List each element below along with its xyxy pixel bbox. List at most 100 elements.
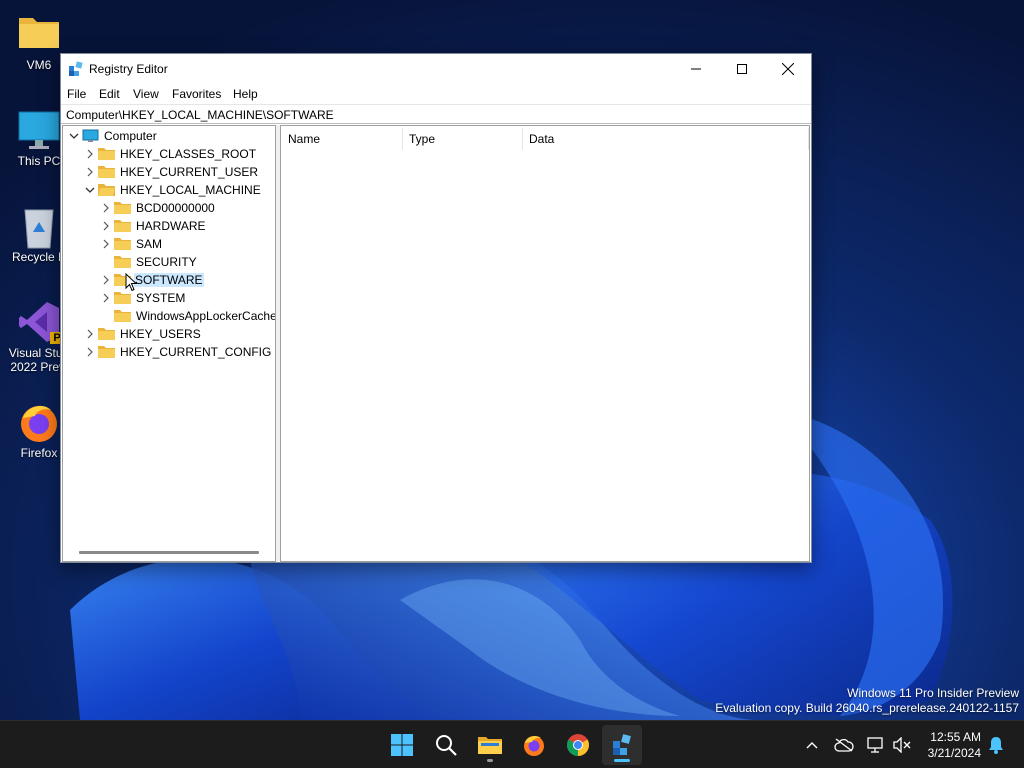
address-bar[interactable]: Computer\HKEY_LOCAL_MACHINE\SOFTWARE	[61, 104, 811, 124]
firefox-taskbar-button[interactable]	[514, 725, 554, 765]
folder-icon	[114, 256, 131, 268]
tree-item-software[interactable]: SOFTWARE	[63, 271, 275, 292]
folder-icon	[114, 310, 131, 322]
chrome-taskbar-button[interactable]	[558, 725, 598, 765]
menu-edit[interactable]: Edit	[99, 87, 120, 101]
search-button[interactable]	[426, 725, 466, 765]
file-explorer-button[interactable]	[470, 725, 510, 765]
volume-muted-icon	[893, 737, 911, 753]
chevron-down-icon[interactable]	[84, 184, 96, 196]
taskbar: 12:55 AM 3/21/2024	[0, 720, 1024, 768]
folder-icon	[98, 346, 115, 358]
tree-item-label: SECURITY	[136, 255, 197, 269]
folder-icon	[114, 292, 131, 304]
start-button[interactable]	[382, 725, 422, 765]
chevron-right-icon[interactable]	[84, 346, 96, 358]
menu-file[interactable]: File	[67, 87, 86, 101]
monitor-icon	[17, 108, 61, 152]
computer-icon	[82, 129, 99, 142]
close-button[interactable]	[765, 54, 811, 84]
tree-item-label: HKEY_CURRENT_USER	[120, 165, 259, 179]
network-tray-button[interactable]	[866, 735, 886, 755]
recycle-bin-icon	[17, 204, 61, 249]
show-hidden-icons-button[interactable]	[802, 735, 822, 755]
clock[interactable]: 12:55 AM 3/21/2024	[928, 729, 981, 761]
tree-item-label: BCD00000000	[136, 201, 215, 215]
values-list[interactable]: Name Type Data	[280, 125, 810, 562]
column-header-data[interactable]: Data	[523, 126, 803, 152]
column-header-name[interactable]: Name	[281, 126, 403, 152]
notifications-button[interactable]	[986, 735, 1006, 755]
tree-item-label: HKEY_CURRENT_CONFIG	[120, 345, 272, 359]
tree-item-label: Computer	[104, 129, 157, 143]
tree-item-windowsapplockercache[interactable]: WindowsAppLockerCache	[63, 307, 275, 325]
title-bar[interactable]: Registry Editor	[61, 54, 811, 84]
registry-editor-window[interactable]: Registry Editor File Edit View Favorites…	[60, 53, 812, 563]
tree-item-bcd00000000[interactable]: BCD00000000	[63, 199, 275, 217]
minimize-icon	[691, 68, 701, 70]
chevron-right-icon[interactable]	[84, 328, 96, 340]
maximize-button[interactable]	[719, 54, 765, 84]
visual-studio-icon: PRE	[17, 300, 79, 344]
chevron-right-icon[interactable]	[100, 220, 112, 232]
tree-item-label-selected: SOFTWARE	[134, 273, 204, 287]
folder-icon	[114, 220, 131, 232]
watermark-line1: Windows 11 Pro Insider Preview	[847, 686, 1019, 700]
folder-icon	[17, 12, 61, 56]
tree-item-system[interactable]: SYSTEM	[63, 289, 275, 307]
chevron-right-icon[interactable]	[100, 274, 112, 286]
tree-item-label: HKEY_CLASSES_ROOT	[120, 147, 257, 161]
registry-editor-taskbar-button[interactable]	[602, 725, 642, 765]
column-header-type[interactable]: Type	[403, 126, 523, 152]
tree-item-hkey-current-config[interactable]: HKEY_CURRENT_CONFIG	[63, 343, 275, 361]
horizontal-scrollbar[interactable]	[79, 551, 259, 554]
tree-item-label: SYSTEM	[136, 291, 186, 305]
watermark-line2: Evaluation copy. Build 26040.rs_prerelea…	[715, 701, 1019, 715]
tree-item-label: HARDWARE	[136, 219, 206, 233]
tree-item-hkey-local-machine[interactable]: HKEY_LOCAL_MACHINE	[63, 181, 275, 199]
tree-item-hardware[interactable]: HARDWARE	[63, 217, 275, 235]
tree-item-label: HKEY_USERS	[120, 327, 201, 341]
tree-item-hkey-classes-root[interactable]: HKEY_CLASSES_ROOT	[63, 145, 275, 163]
open-folder-icon	[98, 184, 115, 196]
column-header-label: Type	[409, 132, 436, 146]
chevron-right-icon[interactable]	[84, 148, 96, 160]
tree-item-label: SAM	[136, 237, 163, 251]
minimize-button[interactable]	[673, 54, 719, 84]
menu-view[interactable]: View	[133, 87, 159, 101]
tree-item-hkey-users[interactable]: HKEY_USERS	[63, 325, 275, 343]
menu-favorites[interactable]: Favorites	[172, 87, 221, 101]
search-icon	[436, 735, 457, 756]
key-tree[interactable]: Computer HKEY_CLASSES_ROOT HKEY_CURRENT_…	[62, 125, 276, 562]
tree-item-sam[interactable]: SAM	[63, 235, 275, 253]
file-explorer-icon	[478, 737, 502, 754]
clock-time: 12:55 AM	[930, 730, 981, 744]
menu-bar: File Edit View Favorites Help	[61, 84, 811, 104]
chevron-right-icon[interactable]	[100, 292, 112, 304]
chevron-right-icon[interactable]	[100, 202, 112, 214]
folder-icon	[98, 166, 115, 178]
chevron-up-icon	[806, 742, 818, 749]
running-indicator	[487, 759, 493, 762]
tree-item-computer[interactable]: Computer	[63, 127, 275, 145]
volume-tray-button[interactable]	[892, 735, 912, 755]
active-indicator	[614, 759, 630, 762]
tree-item-security[interactable]: SECURITY	[63, 253, 275, 271]
tree-item-hkey-current-user[interactable]: HKEY_CURRENT_USER	[63, 163, 275, 181]
menu-help[interactable]: Help	[233, 87, 258, 101]
network-icon	[867, 737, 883, 753]
cloud-offline-icon	[834, 738, 854, 752]
address-path[interactable]: Computer\HKEY_LOCAL_MACHINE\SOFTWARE	[66, 108, 334, 122]
chevron-right-icon[interactable]	[84, 166, 96, 178]
registry-editor-icon	[613, 734, 631, 755]
folder-icon	[98, 328, 115, 340]
folder-icon	[98, 148, 115, 160]
chevron-down-icon[interactable]	[68, 130, 80, 142]
clock-date: 3/21/2024	[927, 746, 981, 760]
chevron-right-icon[interactable]	[100, 238, 112, 250]
column-divider[interactable]	[808, 128, 809, 150]
onedrive-tray-button[interactable]	[834, 735, 854, 755]
window-title: Registry Editor	[89, 62, 168, 76]
registry-editor-icon	[68, 61, 84, 77]
evaluation-watermark: Windows 11 Pro Insider Preview Evaluatio…	[715, 686, 1019, 716]
